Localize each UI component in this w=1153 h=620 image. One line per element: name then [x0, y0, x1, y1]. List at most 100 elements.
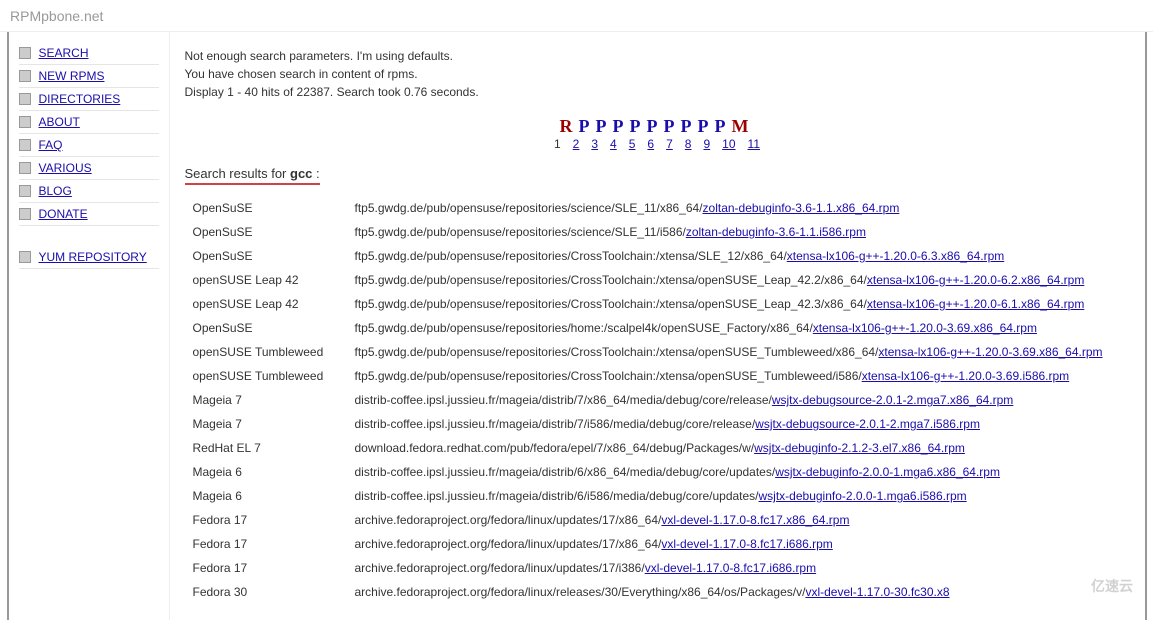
- page-link[interactable]: 8: [685, 137, 692, 151]
- rpm-link[interactable]: xtensa-lx106-g++-1.20.0-6.3.x86_64.rpm: [787, 249, 1004, 263]
- rpm-link[interactable]: xtensa-lx106-g++-1.20.0-6.1.x86_64.rpm: [867, 297, 1084, 311]
- path-cell: ftp5.gwdg.de/pub/opensuse/repositories/C…: [349, 269, 1128, 291]
- sidebar-item[interactable]: BLOG: [19, 180, 159, 203]
- sidebar-item[interactable]: YUM REPOSITORY: [19, 246, 159, 269]
- rpm-link[interactable]: vxl-devel-1.17.0-30.fc30.x8: [805, 585, 949, 599]
- path-cell: archive.fedoraproject.org/fedora/linux/r…: [349, 581, 1128, 603]
- bullet-icon: [19, 47, 31, 59]
- pagination-letter: P: [698, 116, 715, 136]
- table-row: Fedora 17 archive.fedoraproject.org/fedo…: [187, 557, 1128, 579]
- bullet-icon: [19, 208, 31, 220]
- page-link[interactable]: 10: [722, 137, 735, 151]
- pagination-letter: P: [613, 116, 630, 136]
- pagination-letter: P: [647, 116, 664, 136]
- pagination-letter: P: [596, 116, 613, 136]
- path-cell: ftp5.gwdg.de/pub/opensuse/repositories/h…: [349, 317, 1128, 339]
- sidebar-item[interactable]: VARIOUS: [19, 157, 159, 180]
- table-row: OpenSuSE ftp5.gwdg.de/pub/opensuse/repos…: [187, 197, 1128, 219]
- page-link[interactable]: 9: [703, 137, 710, 151]
- rpm-link[interactable]: zoltan-debuginfo-3.6-1.1.x86_64.rpm: [703, 201, 900, 215]
- page-link[interactable]: 7: [666, 137, 673, 151]
- sidebar-link[interactable]: YUM REPOSITORY: [39, 250, 147, 264]
- sidebar-link[interactable]: DONATE: [39, 207, 88, 221]
- sidebar-link[interactable]: ABOUT: [39, 115, 80, 129]
- table-row: Mageia 6 distrib-coffee.ipsl.jussieu.fr/…: [187, 485, 1128, 507]
- path-cell: ftp5.gwdg.de/pub/opensuse/repositories/s…: [349, 221, 1128, 243]
- rpm-link[interactable]: xtensa-lx106-g++-1.20.0-3.69.x86_64.rpm: [813, 321, 1037, 335]
- table-row: Mageia 7 distrib-coffee.ipsl.jussieu.fr/…: [187, 389, 1128, 411]
- results-table: OpenSuSE ftp5.gwdg.de/pub/opensuse/repos…: [185, 195, 1130, 605]
- page-link[interactable]: 2: [573, 137, 580, 151]
- distro-cell: Fedora 30: [187, 581, 347, 603]
- table-row: OpenSuSE ftp5.gwdg.de/pub/opensuse/repos…: [187, 221, 1128, 243]
- pagination-letter: P: [630, 116, 647, 136]
- page-link[interactable]: 3: [591, 137, 598, 151]
- rpm-link[interactable]: wsjtx-debugsource-2.0.1-2.mga7.i586.rpm: [755, 417, 980, 431]
- bullet-icon: [19, 139, 31, 151]
- path-cell: distrib-coffee.ipsl.jussieu.fr/mageia/di…: [349, 485, 1128, 507]
- table-row: openSUSE Leap 42 ftp5.gwdg.de/pub/opensu…: [187, 269, 1128, 291]
- page-link[interactable]: 5: [629, 137, 636, 151]
- path-cell: archive.fedoraproject.org/fedora/linux/u…: [349, 533, 1128, 555]
- status-line: Not enough search parameters. I'm using …: [185, 47, 1130, 65]
- distro-cell: RedHat EL 7: [187, 437, 347, 459]
- sidebar-link[interactable]: FAQ: [39, 138, 63, 152]
- bullet-icon: [19, 93, 31, 105]
- bullet-icon: [19, 251, 31, 263]
- rpm-link[interactable]: vxl-devel-1.17.0-8.fc17.i686.rpm: [661, 537, 832, 551]
- sidebar-item[interactable]: SEARCH: [19, 42, 159, 65]
- status-line: You have chosen search in content of rpm…: [185, 65, 1130, 83]
- rpm-link[interactable]: wsjtx-debugsource-2.0.1-2.mga7.x86_64.rp…: [772, 393, 1013, 407]
- path-cell: ftp5.gwdg.de/pub/opensuse/repositories/C…: [349, 245, 1128, 267]
- rpm-link[interactable]: vxl-devel-1.17.0-8.fc17.x86_64.rpm: [661, 513, 849, 527]
- container: SEARCH NEW RPMS DIRECTORIES ABOUT FAQ VARIOUS…: [7, 32, 1147, 620]
- sidebar-link[interactable]: SEARCH: [39, 46, 89, 60]
- page-link[interactable]: 6: [647, 137, 654, 151]
- sidebar-link[interactable]: DIRECTORIES: [39, 92, 121, 106]
- sidebar-link[interactable]: BLOG: [39, 184, 72, 198]
- distro-cell: Fedora 17: [187, 533, 347, 555]
- path-cell: ftp5.gwdg.de/pub/opensuse/repositories/C…: [349, 365, 1128, 387]
- bullet-icon: [19, 116, 31, 128]
- distro-cell: OpenSuSE: [187, 221, 347, 243]
- distro-cell: openSUSE Leap 42: [187, 269, 347, 291]
- path-cell: distrib-coffee.ipsl.jussieu.fr/mageia/di…: [349, 461, 1128, 483]
- sidebar-item[interactable]: ABOUT: [19, 111, 159, 134]
- pagination: RPPPPPPPPPM 1234567891011: [185, 116, 1130, 151]
- distro-cell: Mageia 7: [187, 413, 347, 435]
- page-link[interactable]: 11: [748, 137, 760, 151]
- path-cell: archive.fedoraproject.org/fedora/linux/u…: [349, 509, 1128, 531]
- page-current: 1: [554, 137, 561, 151]
- pagination-letter: P: [715, 116, 732, 136]
- path-cell: ftp5.gwdg.de/pub/opensuse/repositories/C…: [349, 341, 1128, 363]
- rpm-link[interactable]: wsjtx-debuginfo-2.1.2-3.el7.x86_64.rpm: [754, 441, 965, 455]
- rpm-link[interactable]: zoltan-debuginfo-3.6-1.1.i586.rpm: [686, 225, 866, 239]
- distro-cell: Mageia 6: [187, 461, 347, 483]
- rpm-link[interactable]: xtensa-lx106-g++-1.20.0-6.2.x86_64.rpm: [867, 273, 1084, 287]
- rpm-link[interactable]: wsjtx-debuginfo-2.0.0-1.mga6.x86_64.rpm: [775, 465, 1000, 479]
- path-cell: archive.fedoraproject.org/fedora/linux/u…: [349, 557, 1128, 579]
- sidebar-link[interactable]: VARIOUS: [39, 161, 92, 175]
- sidebar-item[interactable]: DONATE: [19, 203, 159, 226]
- pagination-letter: P: [664, 116, 681, 136]
- logo[interactable]: RPMpbone.net: [10, 5, 1143, 26]
- sidebar-item[interactable]: DIRECTORIES: [19, 88, 159, 111]
- bullet-icon: [19, 70, 31, 82]
- table-row: OpenSuSE ftp5.gwdg.de/pub/opensuse/repos…: [187, 317, 1128, 339]
- pagination-letter: P: [579, 116, 596, 136]
- sidebar-link[interactable]: NEW RPMS: [39, 69, 105, 83]
- logo-text: RPMpbone.net: [10, 5, 103, 26]
- distro-cell: openSUSE Leap 42: [187, 293, 347, 315]
- pagination-letter: P: [681, 116, 698, 136]
- rpm-link[interactable]: wsjtx-debuginfo-2.0.0-1.mga6.i586.rpm: [759, 489, 967, 503]
- pagination-letter: M: [732, 116, 755, 136]
- sidebar-item[interactable]: NEW RPMS: [19, 65, 159, 88]
- distro-cell: openSUSE Tumbleweed: [187, 365, 347, 387]
- rpm-link[interactable]: xtensa-lx106-g++-1.20.0-3.69.x86_64.rpm: [878, 345, 1102, 359]
- page-link[interactable]: 4: [610, 137, 617, 151]
- rpm-link[interactable]: xtensa-lx106-g++-1.20.0-3.69.i586.rpm: [862, 369, 1069, 383]
- rpm-link[interactable]: vxl-devel-1.17.0-8.fc17.i686.rpm: [645, 561, 816, 575]
- distro-cell: OpenSuSE: [187, 197, 347, 219]
- sidebar-item[interactable]: FAQ: [19, 134, 159, 157]
- distro-cell: Fedora 17: [187, 509, 347, 531]
